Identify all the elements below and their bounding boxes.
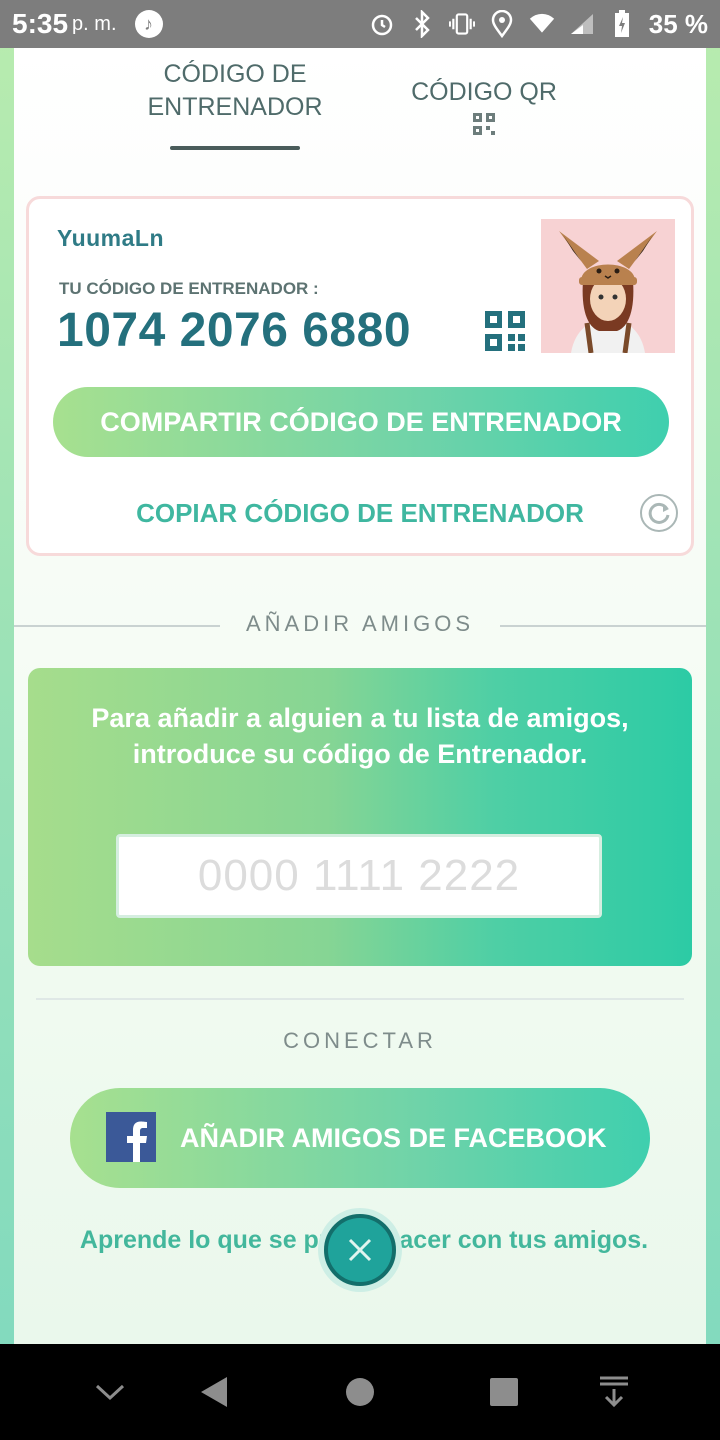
active-tab-indicator xyxy=(170,146,300,150)
qr-code-icon xyxy=(473,113,495,135)
home-icon[interactable] xyxy=(340,1372,380,1412)
trainer-code-card: YuumaLn TU CÓDIGO DE ENTRENADOR : 1074 2… xyxy=(26,196,694,556)
status-ampm: p. m. xyxy=(72,12,117,35)
facebook-button-label: AÑADIR AMIGOS DE FACEBOOK xyxy=(180,1123,607,1153)
refresh-icon[interactable] xyxy=(639,493,679,533)
friend-code-input[interactable] xyxy=(116,834,602,918)
location-icon xyxy=(489,10,515,38)
status-icons: 35 % xyxy=(369,9,708,40)
add-friends-divider: AÑADIR AMIGOS xyxy=(14,611,706,641)
add-friends-heading: AÑADIR AMIGOS xyxy=(245,611,475,636)
add-facebook-friends-button[interactable]: AÑADIR AMIGOS DE FACEBOOK xyxy=(70,1088,650,1188)
share-trainer-code-button[interactable]: COMPARTIR CÓDIGO DE ENTRENADOR xyxy=(53,387,669,457)
back-icon[interactable] xyxy=(194,1372,234,1412)
tab-label: CÓDIGO DE ENTRENADOR xyxy=(147,60,323,121)
add-friend-instructions: Para añadir a alguien a tu lista de amig… xyxy=(91,703,629,769)
trainer-code-value: 1074 2076 6880 xyxy=(57,304,412,357)
recents-icon[interactable] xyxy=(484,1372,524,1412)
collapse-icon[interactable] xyxy=(90,1372,130,1412)
connect-divider: CONECTAR xyxy=(14,1028,706,1058)
bluetooth-icon xyxy=(409,10,435,38)
vibrate-icon xyxy=(448,10,475,38)
close-icon xyxy=(348,1238,372,1262)
system-nav-bar xyxy=(0,1344,720,1440)
battery-percent: 35 % xyxy=(648,8,708,39)
tab-trainer-code[interactable]: CÓDIGO DE ENTRENADOR xyxy=(132,58,338,124)
battery-charging-icon xyxy=(609,10,635,38)
trainer-avatar xyxy=(541,219,675,353)
divider xyxy=(36,998,684,1000)
wifi-icon xyxy=(529,10,555,38)
trainer-code-label: TU CÓDIGO DE ENTRENADOR : xyxy=(59,279,319,298)
trainer-username: YuumaLn xyxy=(57,225,165,251)
close-button[interactable] xyxy=(318,1208,402,1292)
signal-icon xyxy=(569,10,595,38)
friends-panel: CÓDIGO DE ENTRENADOR CÓDIGO QR YuumaLn T… xyxy=(14,48,706,1344)
tab-label: CÓDIGO QR xyxy=(411,78,557,106)
qr-code-icon[interactable] xyxy=(485,311,525,351)
status-time: 5:35 xyxy=(12,8,69,39)
tab-bar: CÓDIGO DE ENTRENADOR CÓDIGO QR xyxy=(14,58,706,168)
facebook-icon xyxy=(106,1112,156,1162)
tab-qr-code[interactable]: CÓDIGO QR xyxy=(394,76,574,135)
connect-heading: CONECTAR xyxy=(283,1028,437,1053)
alarm-icon xyxy=(369,10,395,38)
status-bar: 5:35 p. m. ♪ 35 % xyxy=(0,0,720,48)
add-friend-box: Para añadir a alguien a tu lista de amig… xyxy=(28,668,692,966)
notification-pull-icon[interactable] xyxy=(594,1372,634,1412)
copy-trainer-code-button[interactable]: COPIAR CÓDIGO DE ENTRENADOR xyxy=(125,493,595,533)
music-note-icon: ♪ xyxy=(134,10,163,38)
